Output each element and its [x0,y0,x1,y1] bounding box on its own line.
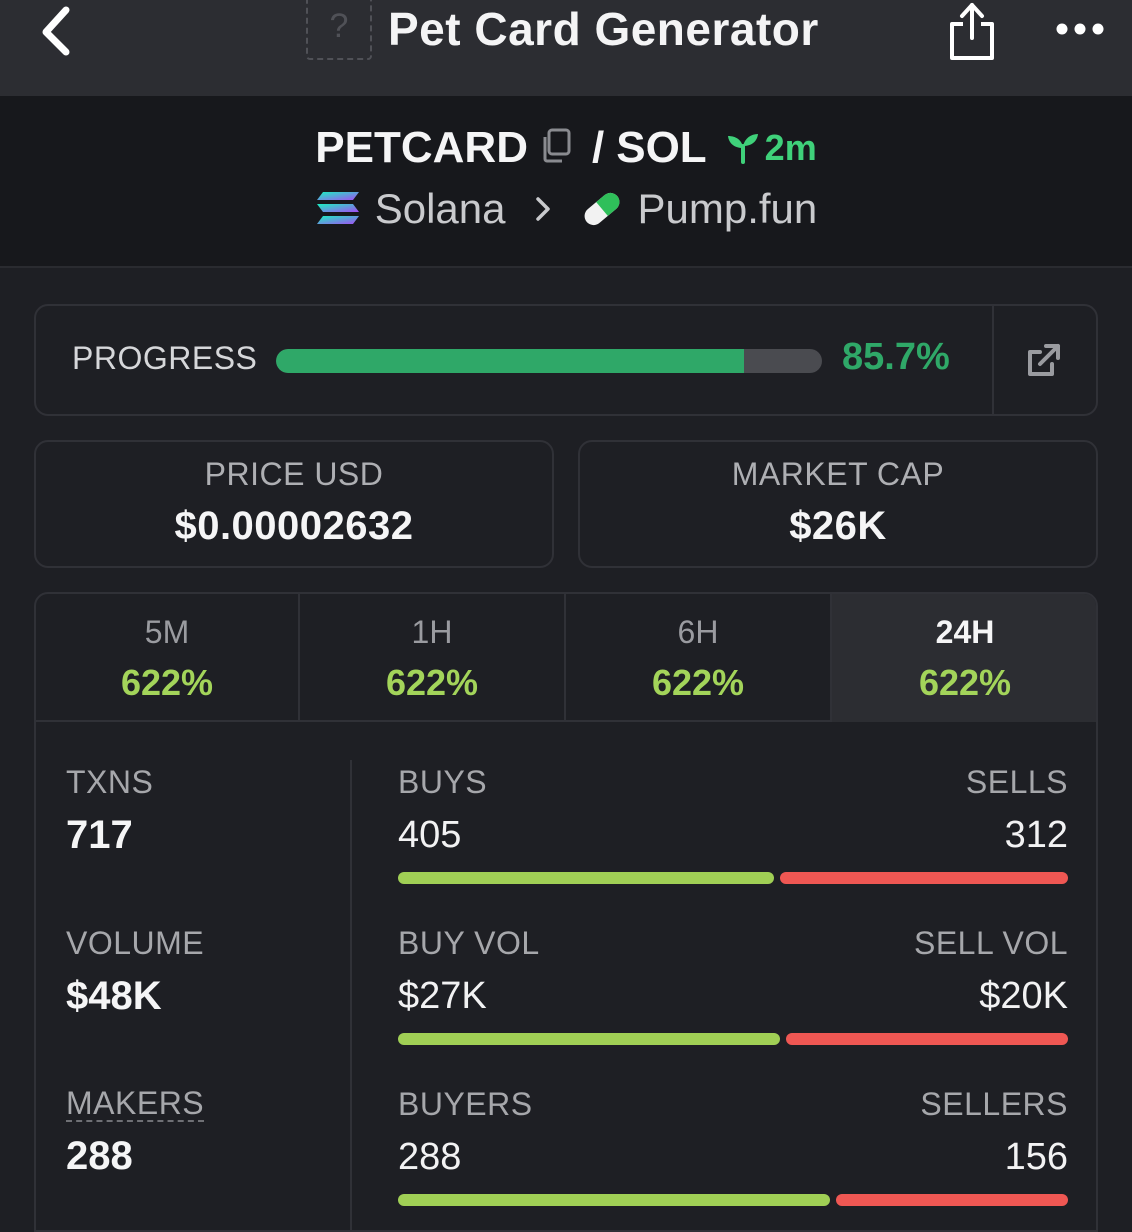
tab-label: 5M [144,614,190,650]
divider [992,306,994,414]
sells-value: 312 [1004,814,1068,856]
makers-metric[interactable]: MAKERS 288 [66,1086,205,1179]
stats-panel: 5M 622% 1H 622% 6H 622% 24H 622% TXNS 71… [34,592,1098,1232]
tab-label: 1H [411,614,453,650]
volume-label: VOLUME [66,925,205,961]
sell-share-bar [836,1194,1068,1206]
sellers-value: 156 [1004,1136,1068,1178]
txns-metric: TXNS 717 [66,764,153,858]
buys-sells-bar [398,872,1068,884]
sell-vol-value: $20K [979,975,1068,1017]
tab-6h[interactable]: 6H 622% [566,594,832,722]
more-icon [1056,23,1104,35]
pair-age-value: 2m [764,127,817,168]
buy-share-bar [398,1194,830,1206]
sells-label: SELLS [965,764,1068,800]
buy-share-bar [398,872,774,884]
tab-5m[interactable]: 5M 622% [36,594,300,722]
market-cap-value: $26K [789,504,887,548]
price-value: $0.00002632 [174,504,414,548]
sell-vol-label: SELL VOL [913,925,1068,961]
more-options-button[interactable] [1054,14,1106,44]
pair-separator: / [591,123,605,172]
buys-sells-block: BUYS SELLS 405 312 [398,764,1068,884]
pair-title-row: PETCARD / SOL 2m [0,122,1132,174]
tab-1h[interactable]: 1H 622% [300,594,566,722]
buys-value: 405 [398,814,462,856]
makers-value: 288 [66,1134,133,1178]
chevron-right-icon [535,197,550,221]
buy-sell-volume-block: BUY VOL SELL VOL $27K $20K [398,925,1068,1045]
pair-age: 2m [725,127,817,169]
external-link-icon [1028,344,1060,376]
sellers-label: SELLERS [920,1086,1068,1122]
volume-metric: VOLUME $48K [66,925,204,1019]
tab-change-value: 622% [651,662,745,703]
top-bar: ? Pet Card Generator [0,0,1132,96]
price-label: PRICE USD [204,456,384,492]
copy-icon [543,128,571,162]
chevron-left-icon [42,6,70,56]
buyers-value: 288 [398,1136,462,1178]
open-external-button[interactable] [1024,340,1064,380]
buyers-sellers-block: BUYERS SELLERS 288 156 [398,1086,1068,1206]
volume-value: $48K [66,974,162,1018]
quote-symbol: SOL [616,123,707,172]
tab-change-value: 622% [120,662,214,703]
txns-value: 717 [66,813,133,857]
tab-change-value: 622% [918,662,1012,703]
pair-header: PETCARD / SOL 2m Solana Pump.fun [0,96,1132,268]
tab-24h[interactable]: 24H 622% [832,594,1096,722]
tab-change-value: 622% [385,662,479,703]
buy-share-bar [398,1033,780,1045]
seedling-icon [727,134,758,164]
token-symbol: PETCARD [315,123,528,172]
sell-share-bar [786,1033,1068,1045]
progress-value: 85.7% [842,336,950,378]
buys-label: BUYS [398,764,488,800]
breadcrumb: Solana Pump.fun [0,184,1132,234]
solana-logo-icon [316,192,359,224]
copy-address-button[interactable] [540,128,572,169]
market-cap-label: MARKET CAP [731,456,945,492]
price-card: PRICE USD $0.00002632 [34,440,554,568]
progress-bar [276,349,822,373]
pill-icon [584,192,619,226]
market-cap-card: MARKET CAP $26K [578,440,1098,568]
progress-bar-fill [276,349,744,373]
makers-split-bar [398,1194,1068,1206]
makers-label[interactable]: MAKERS [66,1086,205,1122]
volume-split-bar [398,1033,1068,1045]
page-title: Pet Card Generator [388,3,819,55]
tab-label: 24H [935,614,995,650]
share-button[interactable] [946,0,998,62]
buy-vol-label: BUY VOL [398,925,540,961]
buy-vol-value: $27K [398,975,487,1017]
progress-label: PROGRESS [72,340,258,376]
share-icon [950,3,994,60]
chain-link[interactable]: Solana [375,185,506,233]
back-button[interactable] [36,4,80,56]
sell-share-bar [780,872,1068,884]
txns-label: TXNS [66,764,154,800]
tab-label: 6H [677,614,719,650]
buyers-label: BUYERS [398,1086,533,1122]
column-divider [350,760,352,1230]
token-thumbnail-placeholder: ? [306,0,372,60]
bonding-progress-card: PROGRESS 85.7% [34,304,1098,416]
dex-link[interactable]: Pump.fun [638,185,818,233]
